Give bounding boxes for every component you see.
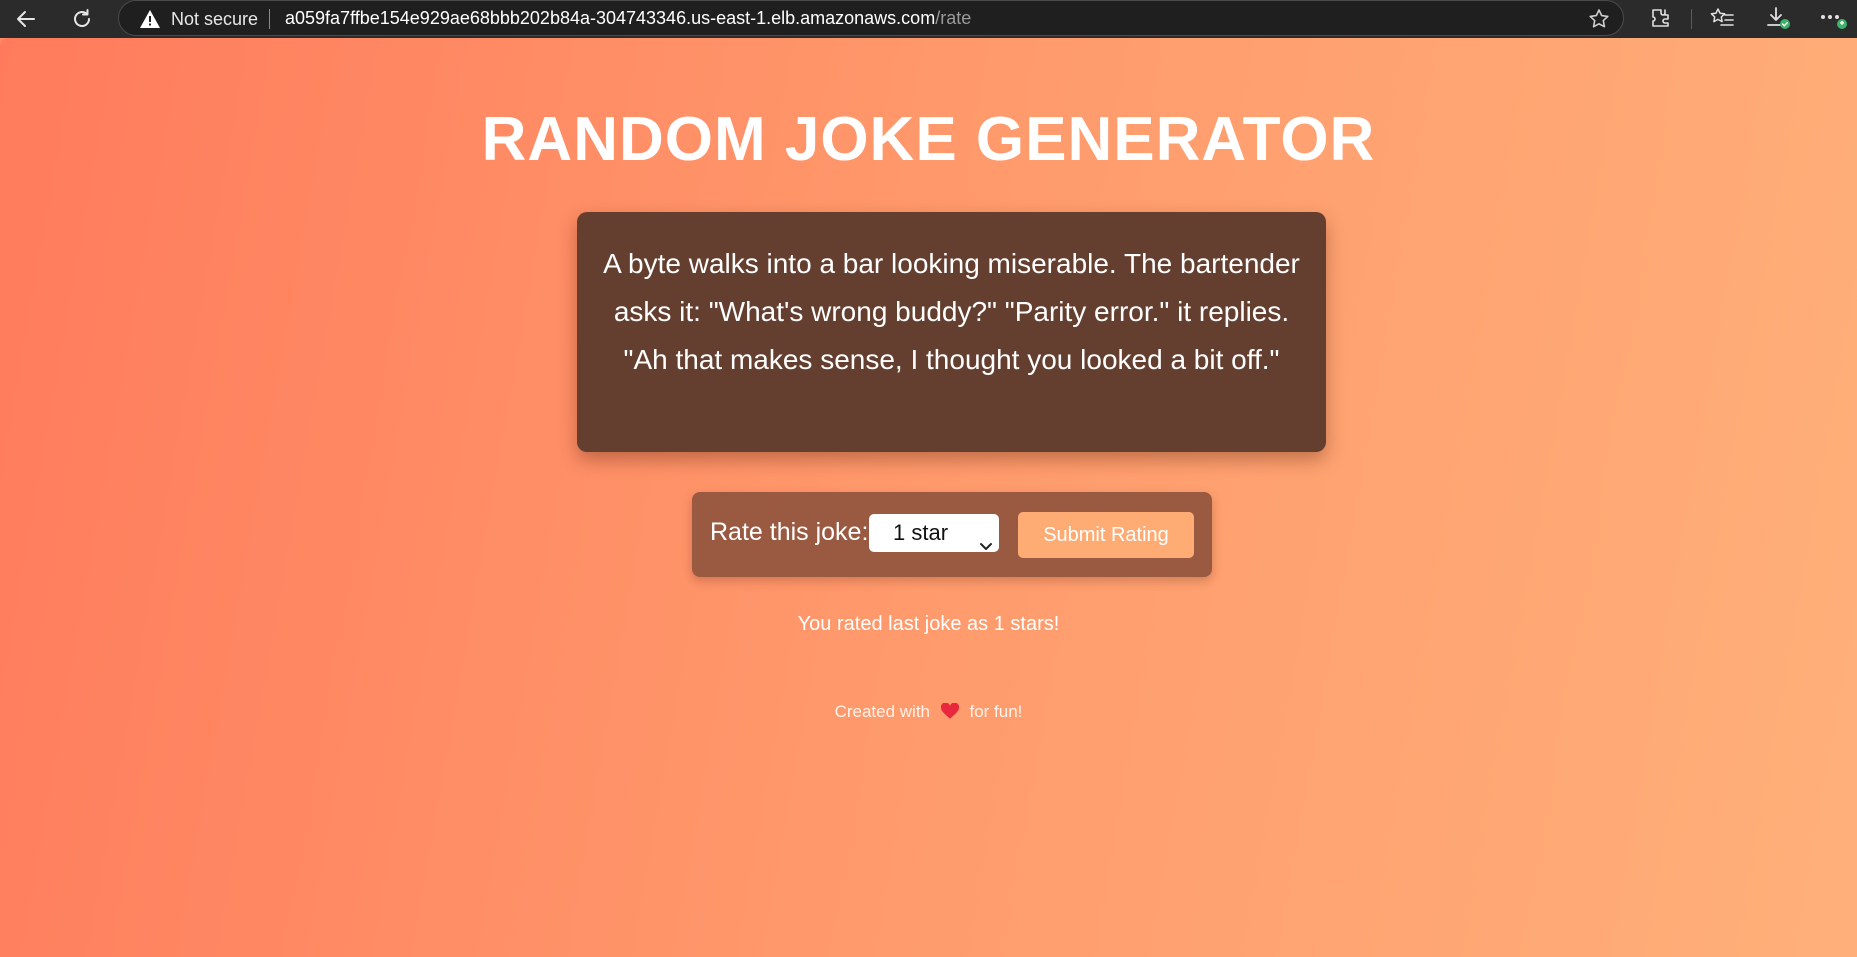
rating-form: Rate this joke: 1 star Submit Rating bbox=[692, 492, 1212, 577]
more-menu-icon[interactable] bbox=[1816, 3, 1852, 33]
extensions-icon[interactable] bbox=[1642, 3, 1678, 33]
security-label[interactable]: Not secure bbox=[171, 9, 258, 30]
favorite-star-icon[interactable] bbox=[1587, 7, 1611, 36]
url-host: a059fa7ffbe154e929ae68bbb202b84a-3047433… bbox=[285, 8, 936, 28]
url-path: /rate bbox=[935, 8, 972, 28]
submit-rating-button[interactable]: Submit Rating bbox=[1018, 512, 1194, 558]
url-text[interactable]: a059fa7ffbe154e929ae68bbb202b84a-3047433… bbox=[285, 8, 971, 29]
back-arrow-icon[interactable] bbox=[8, 4, 44, 34]
footer: Created with for fun! bbox=[0, 702, 1857, 725]
address-bar[interactable]: Not secure a059fa7ffbe154e929ae68bbb202b… bbox=[118, 0, 1624, 36]
favorites-icon[interactable] bbox=[1704, 3, 1740, 33]
rating-selected-value: 1 star bbox=[893, 520, 949, 545]
footer-suffix: for fun! bbox=[969, 702, 1023, 721]
rating-select[interactable]: 1 star bbox=[869, 514, 999, 552]
toolbar-divider bbox=[1691, 9, 1692, 29]
footer-prefix: Created with bbox=[834, 702, 931, 721]
rating-confirmation: You rated last joke as 1 stars! bbox=[797, 613, 1060, 635]
reload-icon[interactable] bbox=[64, 4, 100, 34]
rating-label: Rate this joke: bbox=[710, 518, 869, 546]
joke-text: A byte walks into a bar looking miserabl… bbox=[603, 248, 1300, 375]
joke-card: A byte walks into a bar looking miserabl… bbox=[577, 212, 1326, 452]
heart-icon bbox=[940, 702, 959, 725]
page-background: RANDOM JOKE GENERATOR A byte walks into … bbox=[0, 38, 1857, 957]
browser-toolbar: Not secure a059fa7ffbe154e929ae68bbb202b… bbox=[0, 0, 1857, 38]
downloads-icon[interactable] bbox=[1760, 3, 1796, 33]
chevron-down-icon bbox=[979, 527, 993, 565]
page-title: RANDOM JOKE GENERATOR bbox=[481, 105, 1376, 174]
address-separator bbox=[269, 9, 270, 29]
warning-icon bbox=[139, 9, 161, 34]
